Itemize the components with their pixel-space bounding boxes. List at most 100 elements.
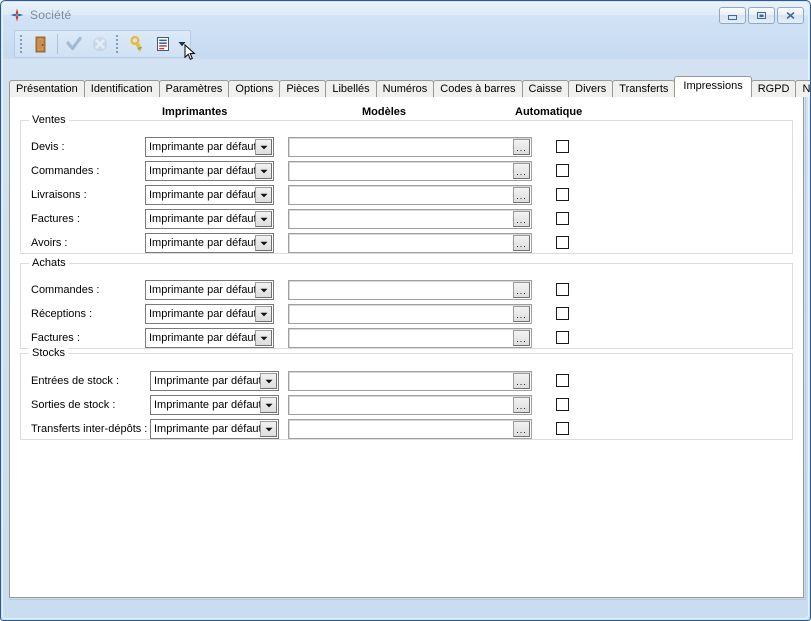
- tab-rgpd[interactable]: RGPD: [751, 80, 797, 97]
- chevron-down-icon[interactable]: [255, 330, 272, 346]
- tab-caisse[interactable]: Caisse: [522, 80, 570, 97]
- automatic-checkbox[interactable]: [556, 236, 569, 249]
- tab-options[interactable]: Options: [228, 80, 280, 97]
- model-field[interactable]: ...: [288, 137, 532, 157]
- printer-select-value: Imprimante par défaut: [146, 186, 255, 204]
- printer-select[interactable]: Imprimante par défaut: [145, 161, 274, 181]
- browse-ellipsis-button[interactable]: ...: [513, 139, 530, 155]
- browse-ellipsis-button[interactable]: ...: [513, 330, 530, 346]
- chevron-down-icon[interactable]: [255, 211, 272, 227]
- model-field[interactable]: ...: [288, 185, 532, 205]
- tab-presentation[interactable]: Présentation: [9, 80, 85, 97]
- printer-select[interactable]: Imprimante par défaut: [145, 137, 274, 157]
- browse-ellipsis-button[interactable]: ...: [513, 235, 530, 251]
- browse-ellipsis-button[interactable]: ...: [513, 421, 530, 437]
- model-input[interactable]: [289, 305, 513, 323]
- list-dropdown-arrow-icon[interactable]: [176, 31, 188, 57]
- printer-select[interactable]: Imprimante par défaut: [145, 280, 274, 300]
- column-header-models: Modèles: [362, 106, 406, 118]
- model-input[interactable]: [289, 138, 513, 156]
- chevron-down-icon[interactable]: [255, 235, 272, 251]
- browse-ellipsis-button[interactable]: ...: [513, 163, 530, 179]
- tab-numeros[interactable]: Numéros: [376, 80, 435, 97]
- browse-ellipsis-button[interactable]: ...: [513, 373, 530, 389]
- title-bar[interactable]: Société: [3, 3, 808, 27]
- automatic-checkbox[interactable]: [556, 422, 569, 435]
- browse-ellipsis-button[interactable]: ...: [513, 306, 530, 322]
- chevron-down-icon[interactable]: [255, 282, 272, 298]
- model-field[interactable]: ...: [288, 328, 532, 348]
- print-setting-row: Entrées de stock :Imprimante par défaut.…: [21, 371, 792, 391]
- tab-notes[interactable]: Notes: [795, 80, 811, 97]
- cancel-x-button[interactable]: [87, 31, 113, 57]
- minimize-button[interactable]: [719, 7, 746, 24]
- model-input[interactable]: [289, 162, 513, 180]
- print-setting-row: Transferts inter-dépôts :Imprimante par …: [21, 419, 792, 439]
- model-field[interactable]: ...: [288, 304, 532, 324]
- automatic-checkbox[interactable]: [556, 283, 569, 296]
- tab-identification[interactable]: Identification: [84, 80, 160, 97]
- tab-divers[interactable]: Divers: [568, 80, 613, 97]
- automatic-checkbox[interactable]: [556, 331, 569, 344]
- tab-transferts[interactable]: Transferts: [612, 80, 675, 97]
- exit-door-button[interactable]: [28, 31, 54, 57]
- model-input[interactable]: [289, 329, 513, 347]
- chevron-down-icon[interactable]: [260, 373, 277, 389]
- automatic-checkbox[interactable]: [556, 398, 569, 411]
- printer-select[interactable]: Imprimante par défaut: [145, 185, 274, 205]
- model-field[interactable]: ...: [288, 280, 532, 300]
- automatic-checkbox[interactable]: [556, 307, 569, 320]
- toolbar-drag-grip-2[interactable]: [115, 34, 121, 54]
- print-setting-row: Avoirs :Imprimante par défaut...: [21, 233, 792, 253]
- close-button[interactable]: [777, 7, 804, 24]
- validate-button[interactable]: [61, 31, 87, 57]
- browse-ellipsis-button[interactable]: ...: [513, 187, 530, 203]
- printer-select-value: Imprimante par défaut: [151, 420, 260, 438]
- model-field[interactable]: ...: [288, 233, 532, 253]
- model-field[interactable]: ...: [288, 371, 532, 391]
- chevron-down-icon[interactable]: [260, 421, 277, 437]
- tab-parametres[interactable]: Paramètres: [159, 80, 230, 97]
- model-input[interactable]: [289, 234, 513, 252]
- printer-select[interactable]: Imprimante par défaut: [150, 419, 279, 439]
- model-input[interactable]: [289, 372, 513, 390]
- model-input[interactable]: [289, 281, 513, 299]
- model-input[interactable]: [289, 396, 513, 414]
- automatic-checkbox[interactable]: [556, 140, 569, 153]
- automatic-checkbox[interactable]: [556, 374, 569, 387]
- model-input[interactable]: [289, 210, 513, 228]
- browse-ellipsis-button[interactable]: ...: [513, 282, 530, 298]
- printer-select[interactable]: Imprimante par défaut: [145, 304, 274, 324]
- printer-select[interactable]: Imprimante par défaut: [145, 328, 274, 348]
- browse-ellipsis-button[interactable]: ...: [513, 211, 530, 227]
- print-setting-row: Sorties de stock :Imprimante par défaut.…: [21, 395, 792, 415]
- model-field[interactable]: ...: [288, 395, 532, 415]
- restore-button[interactable]: [748, 7, 775, 24]
- tab-impressions[interactable]: Impressions: [674, 76, 751, 97]
- chevron-down-icon[interactable]: [255, 139, 272, 155]
- row-label: Livraisons :: [31, 185, 87, 205]
- model-field[interactable]: ...: [288, 209, 532, 229]
- automatic-checkbox[interactable]: [556, 212, 569, 225]
- printer-select[interactable]: Imprimante par défaut: [150, 395, 279, 415]
- toolbar-drag-grip[interactable]: [19, 34, 25, 54]
- printer-select[interactable]: Imprimante par défaut: [145, 233, 274, 253]
- chevron-down-icon[interactable]: [255, 306, 272, 322]
- automatic-checkbox[interactable]: [556, 164, 569, 177]
- model-input[interactable]: [289, 186, 513, 204]
- model-field[interactable]: ...: [288, 419, 532, 439]
- chevron-down-icon[interactable]: [260, 397, 277, 413]
- model-input[interactable]: [289, 420, 513, 438]
- chevron-down-icon[interactable]: [255, 187, 272, 203]
- chevron-down-icon[interactable]: [255, 163, 272, 179]
- browse-ellipsis-button[interactable]: ...: [513, 397, 530, 413]
- printer-select[interactable]: Imprimante par défaut: [150, 371, 279, 391]
- tab-libelles[interactable]: Libellés: [325, 80, 376, 97]
- automatic-checkbox[interactable]: [556, 188, 569, 201]
- printer-select[interactable]: Imprimante par défaut: [145, 209, 274, 229]
- tab-codes-a-barres[interactable]: Codes à barres: [433, 80, 522, 97]
- tab-pieces[interactable]: Pièces: [279, 80, 326, 97]
- model-field[interactable]: ...: [288, 161, 532, 181]
- key-button[interactable]: [124, 31, 150, 57]
- list-document-button[interactable]: [150, 31, 176, 57]
